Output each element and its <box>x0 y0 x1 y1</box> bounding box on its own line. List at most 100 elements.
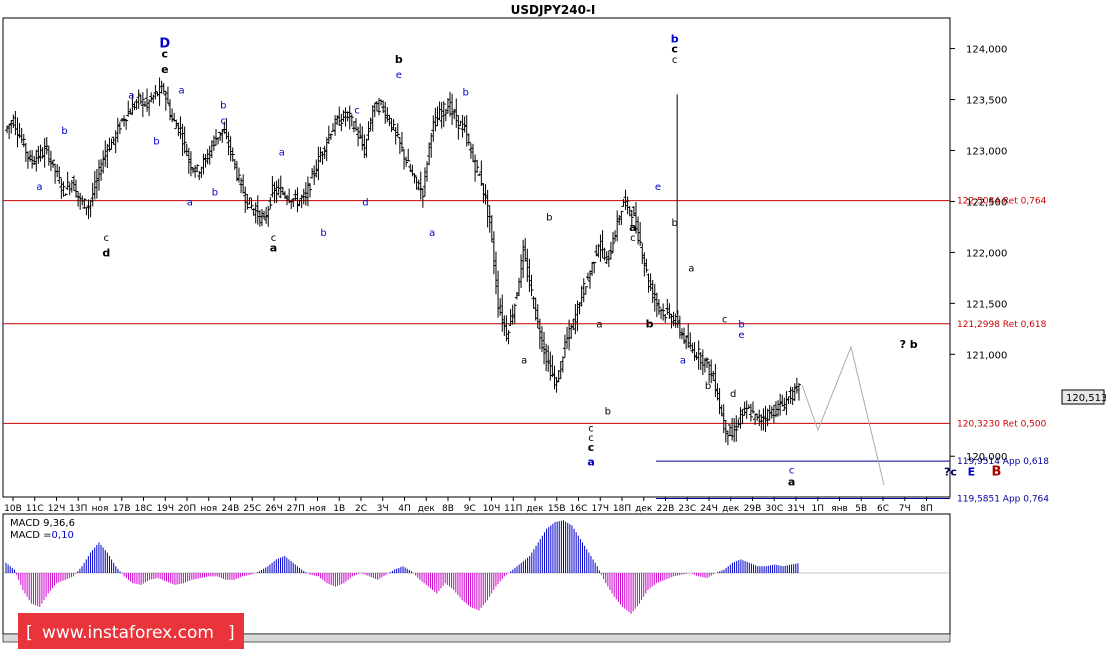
wave-label: b <box>463 87 469 98</box>
wave-label: e <box>396 70 402 81</box>
x-tick-label: дек <box>635 504 653 514</box>
wave-label: a <box>596 320 602 331</box>
wave-label: ?c <box>944 466 957 479</box>
x-tick-label: 29В <box>744 504 762 514</box>
current-price-label: 120,513 <box>1066 393 1106 404</box>
x-tick-label: 8В <box>442 504 454 514</box>
chart-svg: USDJPY240-I 122,5084 Ret 0,764121,2998 R… <box>0 0 1106 663</box>
x-tick-label: 11П <box>504 504 522 514</box>
y-tick-label: 122,500 <box>966 197 1007 208</box>
x-tick-label: 13П <box>69 504 87 514</box>
x-tick-label: 12Ч <box>48 504 66 514</box>
x-tick-label: ноя <box>200 504 217 514</box>
x-tick-label: 9С <box>464 504 476 514</box>
wave-label: ? b <box>900 338 918 351</box>
wave-label: e <box>161 63 168 76</box>
chart-title: USDJPY240-I <box>511 3 596 17</box>
wave-label: b <box>646 318 654 331</box>
wave-label: b <box>320 228 326 239</box>
wave-label: c <box>630 233 636 244</box>
x-tick-label: 30С <box>765 504 783 514</box>
x-tick-label: 5В <box>855 504 867 514</box>
x-tick-label: 24Ч <box>700 504 718 514</box>
x-tick-label: дек <box>418 504 436 514</box>
wave-label: a <box>429 228 435 239</box>
wave-label: b <box>671 218 677 229</box>
wave-label: b <box>220 101 226 112</box>
wave-label: c <box>354 106 360 117</box>
y-tick-label: 124,000 <box>966 45 1007 56</box>
wave-label: b <box>605 406 611 417</box>
x-tick-label: 11С <box>26 504 44 514</box>
wave-label: a <box>788 476 795 489</box>
x-tick-label: 18П <box>613 504 631 514</box>
wave-label: a <box>688 264 694 275</box>
wave-label: a <box>279 148 285 159</box>
retracement-label: 121,2998 Ret 0,618 <box>957 320 1047 330</box>
wave-label: e <box>738 330 744 341</box>
y-tick-label: 120,000 <box>966 452 1007 463</box>
x-tick-label: 8П <box>920 504 933 514</box>
wave-label: E <box>968 466 976 479</box>
wave-label: b <box>61 126 67 137</box>
wave-label: a <box>680 355 686 366</box>
wave-label: a <box>36 182 42 193</box>
wave-label: a <box>178 85 184 96</box>
x-tick-label: 31Ч <box>787 504 805 514</box>
x-tick-label: 26Ч <box>265 504 283 514</box>
wave-label: d <box>730 389 736 400</box>
x-tick-label: ноя <box>309 504 326 514</box>
x-tick-label: 18С <box>135 504 153 514</box>
x-tick-label: 10Ч <box>483 504 501 514</box>
wave-label: c <box>162 48 169 61</box>
x-tick-label: 4П <box>398 504 411 514</box>
wave-label: c <box>221 116 227 127</box>
watermark-text: www.instaforex.com <box>42 623 214 643</box>
y-tick-label: 123,500 <box>966 96 1007 107</box>
wave-label: a <box>587 455 594 468</box>
watermark-bracket-left: [ <box>26 623 33 643</box>
chart-window: USDJPY240-I 122,5084 Ret 0,764 121,2998 R… <box>0 0 1106 663</box>
x-tick-label: 1П <box>812 504 825 514</box>
retracement-label: 120,3230 Ret 0,500 <box>957 419 1047 429</box>
x-tick-label: 15В <box>548 504 566 514</box>
y-tick-label: 123,000 <box>966 146 1007 157</box>
wave-label: a <box>187 197 193 208</box>
wave-label: a <box>270 241 277 254</box>
y-tick-label: 122,000 <box>966 248 1007 259</box>
x-tick-label: 16С <box>570 504 588 514</box>
wave-label: c <box>672 55 678 66</box>
wave-label: b <box>705 381 711 392</box>
macd-value-label: MACD =0,10 <box>10 530 74 541</box>
x-tick-label: дек <box>722 504 740 514</box>
wave-label: c <box>104 233 110 244</box>
x-tick-label: 23С <box>678 504 696 514</box>
x-tick-label: 7Ч <box>899 504 911 514</box>
appreciation-label: 119,5851 App 0,764 <box>957 495 1049 505</box>
x-tick-label: 22В <box>657 504 675 514</box>
x-tick-label: 17Ч <box>591 504 609 514</box>
x-tick-label: 10В <box>4 504 22 514</box>
wave-label: d <box>102 246 110 259</box>
wave-label: b <box>395 53 403 66</box>
wave-label: a <box>629 221 636 234</box>
wave-label: e <box>655 182 661 193</box>
wave-label: c <box>671 43 678 56</box>
wave-label: c <box>722 315 728 326</box>
wave-label: b <box>546 213 552 224</box>
wave-label: a <box>521 355 527 366</box>
x-tick-label: 2С <box>355 504 367 514</box>
x-tick-label: 20П <box>178 504 196 514</box>
x-tick-label: 17В <box>113 504 131 514</box>
wave-label: B <box>991 465 1001 480</box>
wave-label: c <box>588 441 595 454</box>
x-tick-label: 1В <box>333 504 345 514</box>
wave-label: b <box>212 187 218 198</box>
x-tick-label: ноя <box>92 504 109 514</box>
y-tick-label: 121,500 <box>966 299 1007 310</box>
x-tick-label: 19Ч <box>156 504 174 514</box>
wave-label: d <box>362 197 368 208</box>
wave-label: b <box>153 136 159 147</box>
x-tick-label: 25С <box>243 504 261 514</box>
x-tick-label: янв <box>831 504 848 514</box>
